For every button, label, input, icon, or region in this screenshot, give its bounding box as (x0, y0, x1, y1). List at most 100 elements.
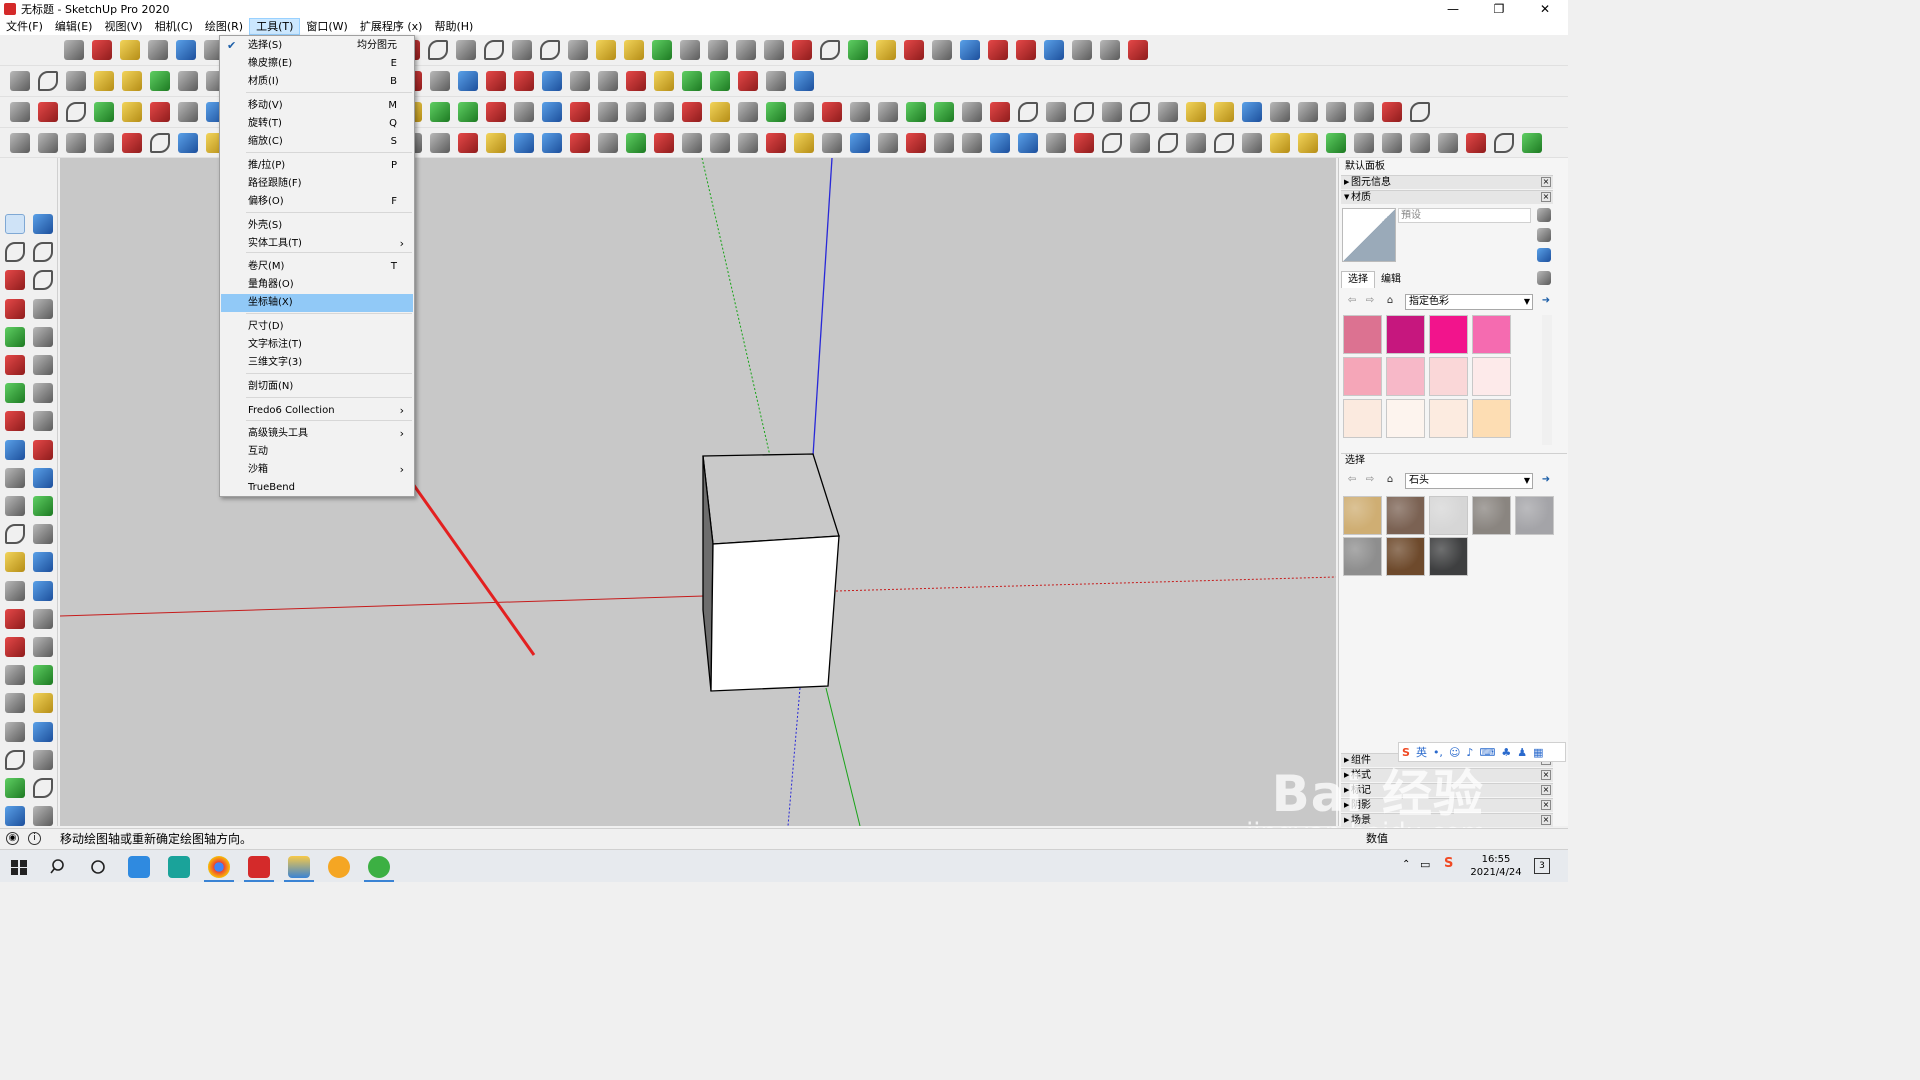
toolbar2-tool-icon[interactable] (654, 71, 674, 91)
toolbar1-tool-icon[interactable] (932, 40, 952, 60)
toolbar2-tool-icon[interactable] (94, 71, 114, 91)
color-swatch[interactable] (1472, 315, 1511, 354)
left-tool-icon[interactable] (5, 326, 25, 347)
toolbar3-tool-icon[interactable] (1046, 102, 1066, 122)
tools-menu-item-1[interactable]: 橡皮擦(E) E (221, 55, 413, 73)
sogou-tray-icon[interactable]: S (1444, 856, 1453, 871)
toolbar3-tool-icon[interactable] (850, 102, 870, 122)
home-icon[interactable]: ⌂ (1383, 294, 1397, 308)
toolbar3-tool-icon[interactable] (542, 102, 562, 122)
toolbar4-tool-icon[interactable] (626, 133, 646, 153)
toolbar2-tool-icon[interactable] (38, 71, 58, 91)
toolbar2-tool-icon[interactable] (178, 71, 198, 91)
toolbar1-tool-icon[interactable] (624, 40, 644, 60)
toolbar1-tool-icon[interactable] (148, 40, 168, 60)
toolbar4-tool-icon[interactable] (850, 133, 870, 153)
toolbar1-tool-icon[interactable] (792, 40, 812, 60)
color-swatch[interactable] (1343, 399, 1382, 438)
toolbar4-tool-icon[interactable] (598, 133, 618, 153)
left-tool-icon[interactable] (33, 778, 53, 798)
toolbar4-tool-icon[interactable] (570, 133, 590, 153)
tools-menu-item-0[interactable]: ✔ 选择(S) 均分图元 (221, 37, 413, 55)
toolbar4-tool-icon[interactable] (1522, 133, 1542, 153)
toolbar4-tool-icon[interactable] (542, 133, 562, 153)
menu-file[interactable]: 文件(F) (0, 18, 49, 35)
toolbar4-tool-icon[interactable] (94, 133, 114, 153)
toolbar4-tool-icon[interactable] (1102, 133, 1122, 153)
toolbar4-tool-icon[interactable] (1158, 133, 1178, 153)
tools-menu-item-10[interactable]: 实体工具(T) › (221, 235, 413, 253)
toolbar4-tool-icon[interactable] (1326, 133, 1346, 153)
toolbar4-tool-icon[interactable] (1242, 133, 1262, 153)
maximize-button[interactable]: ❐ (1476, 0, 1522, 18)
cortana-icon[interactable] (87, 856, 109, 878)
menu-window[interactable]: 窗口(W) (300, 18, 353, 35)
left-tool-icon[interactable] (5, 721, 25, 742)
toolbar3-tool-icon[interactable] (1102, 102, 1122, 122)
geo-location-icon[interactable]: ◉ (6, 832, 19, 845)
tools-menu-item-2[interactable]: 材质(I) B (221, 73, 413, 91)
toolbar3-tool-icon[interactable] (66, 102, 86, 122)
tools-menu-item-11[interactable]: 卷尺(M) T (221, 258, 413, 276)
toolbar4-tool-icon[interactable] (822, 133, 842, 153)
color-swatch[interactable] (1472, 399, 1511, 438)
stone-material-swatch[interactable] (1343, 496, 1382, 535)
left-tool-icon[interactable] (33, 524, 53, 545)
tools-menu-item-19[interactable]: 高级镜头工具 › (221, 425, 413, 443)
toolbar1-tool-icon[interactable] (428, 40, 448, 60)
color-swatch[interactable] (1386, 399, 1425, 438)
tools-menu-item-12[interactable]: 量角器(O) (221, 276, 413, 294)
toolbar2-tool-icon[interactable] (710, 71, 730, 91)
menu-tools[interactable]: 工具(T) (249, 18, 301, 35)
windows-start-icon[interactable] (8, 856, 30, 878)
toolbar2-tool-icon[interactable] (682, 71, 702, 91)
chrome-icon[interactable] (208, 856, 230, 878)
toolbar3-tool-icon[interactable] (1382, 102, 1402, 122)
toolbar3-tool-icon[interactable] (1326, 102, 1346, 122)
toolbar2-tool-icon[interactable] (486, 71, 506, 91)
app-green-icon[interactable] (368, 856, 390, 878)
toolbar4-tool-icon[interactable] (1438, 133, 1458, 153)
toolbar3-tool-icon[interactable] (1130, 102, 1150, 122)
toolbar4-tool-icon[interactable] (906, 133, 926, 153)
left-tool-icon[interactable] (5, 383, 25, 404)
toolbar3-tool-icon[interactable] (934, 102, 954, 122)
menu-edit[interactable]: 编辑(E) (49, 18, 99, 35)
menu-camera[interactable]: 相机(C) (149, 18, 199, 35)
toolbar1-tool-icon[interactable] (1044, 40, 1064, 60)
left-tool-icon[interactable] (33, 439, 53, 460)
tab-edit[interactable]: 编辑 (1375, 272, 1407, 288)
left-tool-icon[interactable] (33, 355, 53, 375)
toolbar2-tool-icon[interactable] (794, 71, 814, 91)
left-tool-icon[interactable] (5, 270, 25, 291)
color-swatch[interactable] (1343, 315, 1382, 354)
emoji-icon[interactable]: ☺ (1449, 746, 1460, 759)
stone-material-swatch[interactable] (1386, 537, 1425, 576)
toolbar2-tool-icon[interactable] (430, 71, 450, 91)
toolbar1-tool-icon[interactable] (652, 40, 672, 60)
tools-menu-item-18[interactable]: Fredo6 Collection › (221, 402, 413, 420)
details-arrow-icon[interactable]: ➜ (1539, 473, 1553, 487)
toolbar2-tool-icon[interactable] (766, 71, 786, 91)
toolbar3-tool-icon[interactable] (822, 102, 842, 122)
close-icon[interactable]: × (1541, 785, 1551, 795)
toolbar3-tool-icon[interactable] (430, 102, 450, 122)
left-tool-icon[interactable] (5, 693, 25, 714)
sogou-logo-icon[interactable]: S (1402, 746, 1410, 759)
toolbar1-tool-icon[interactable] (988, 40, 1008, 60)
left-tool-icon[interactable] (33, 270, 53, 291)
tools-menu-item-9[interactable]: 外壳(S) (221, 217, 413, 235)
toolbar4-tool-icon[interactable] (1382, 133, 1402, 153)
stone-material-swatch[interactable] (1343, 537, 1382, 576)
toolbar1-tool-icon[interactable] (1128, 40, 1148, 60)
toolbar3-tool-icon[interactable] (1242, 102, 1262, 122)
toolbar3-tool-icon[interactable] (122, 102, 142, 122)
punctuation-icon[interactable]: •, (1433, 746, 1443, 759)
app-a-icon[interactable] (168, 856, 190, 878)
left-tool-icon[interactable] (33, 467, 53, 488)
this-pc-icon[interactable] (128, 856, 150, 878)
microphone-icon[interactable]: ♪ (1466, 746, 1473, 759)
stone-material-swatch[interactable] (1429, 537, 1468, 576)
stone-material-swatch[interactable] (1515, 496, 1554, 535)
left-tool-icon[interactable] (33, 749, 53, 770)
